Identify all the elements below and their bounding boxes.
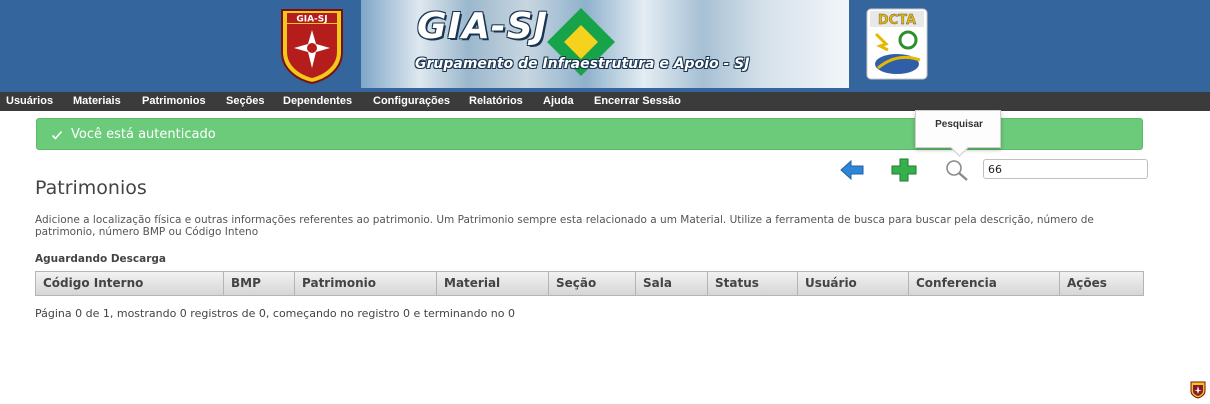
- menu-materiais[interactable]: Materiais: [73, 95, 121, 107]
- section-label: Aguardando Descarga: [35, 253, 167, 265]
- gia-sj-shield-logo: GIA-SJ: [281, 9, 343, 84]
- site-header: GIA-SJ GIA-SJ Grupamento de Infraestrutu…: [0, 0, 1210, 92]
- menu-relatorios[interactable]: Relatórios: [469, 95, 523, 107]
- column-codigo-interno[interactable]: Código Interno: [36, 272, 224, 295]
- search-tooltip: Pesquisar: [915, 110, 1001, 148]
- menu-dependentes[interactable]: Dependentes: [283, 95, 352, 107]
- menu-ajuda[interactable]: Ajuda: [543, 95, 574, 107]
- menu-configuracoes[interactable]: Configurações: [373, 95, 450, 107]
- column-material[interactable]: Material: [437, 272, 549, 295]
- dcta-label: DCTA: [878, 13, 916, 28]
- banner-title: GIA-SJ: [417, 6, 549, 47]
- menu-encerrar-sessao[interactable]: Encerrar Sessão: [594, 95, 681, 107]
- shield-label: GIA-SJ: [296, 15, 327, 25]
- column-usuario[interactable]: Usuário: [798, 272, 909, 295]
- dcta-logo: DCTA: [866, 8, 928, 80]
- page-description: Adicione a localização física e outras i…: [35, 214, 1094, 238]
- check-icon: [51, 130, 63, 140]
- shield-icon[interactable]: [1190, 381, 1206, 399]
- column-secao[interactable]: Seção: [549, 272, 636, 295]
- column-patrimonio[interactable]: Patrimonio: [295, 272, 437, 295]
- alert-message: Você está autenticado: [71, 127, 216, 142]
- tooltip-text: Pesquisar: [935, 119, 983, 130]
- menu-secoes[interactable]: Seções: [226, 95, 265, 107]
- search-input[interactable]: [983, 159, 1148, 179]
- column-conferencia[interactable]: Conferencia: [909, 272, 1060, 295]
- magnifier-icon[interactable]: [944, 158, 970, 182]
- column-acoes[interactable]: Ações: [1060, 272, 1143, 295]
- arrow-left-icon[interactable]: [839, 158, 865, 182]
- column-bmp[interactable]: BMP: [224, 272, 295, 295]
- banner-subtitle: Grupamento de Infraestrutura e Apoio - S…: [415, 56, 750, 72]
- menu-patrimonios[interactable]: Patrimonios: [142, 95, 206, 107]
- column-status[interactable]: Status: [708, 272, 798, 295]
- table-header: Código Interno BMP Patrimonio Material S…: [35, 271, 1144, 296]
- column-sala[interactable]: Sala: [636, 272, 708, 295]
- main-menu: Usuários Materiais Patrimonios Seções De…: [0, 92, 1210, 111]
- plus-icon[interactable]: [891, 158, 917, 182]
- menu-usuarios[interactable]: Usuários: [6, 95, 53, 107]
- header-banner: GIA-SJ Grupamento de Infraestrutura e Ap…: [361, 0, 849, 88]
- pagination-info: Página 0 de 1, mostrando 0 registros de …: [35, 307, 515, 320]
- page-title: Patrimonios: [35, 177, 147, 199]
